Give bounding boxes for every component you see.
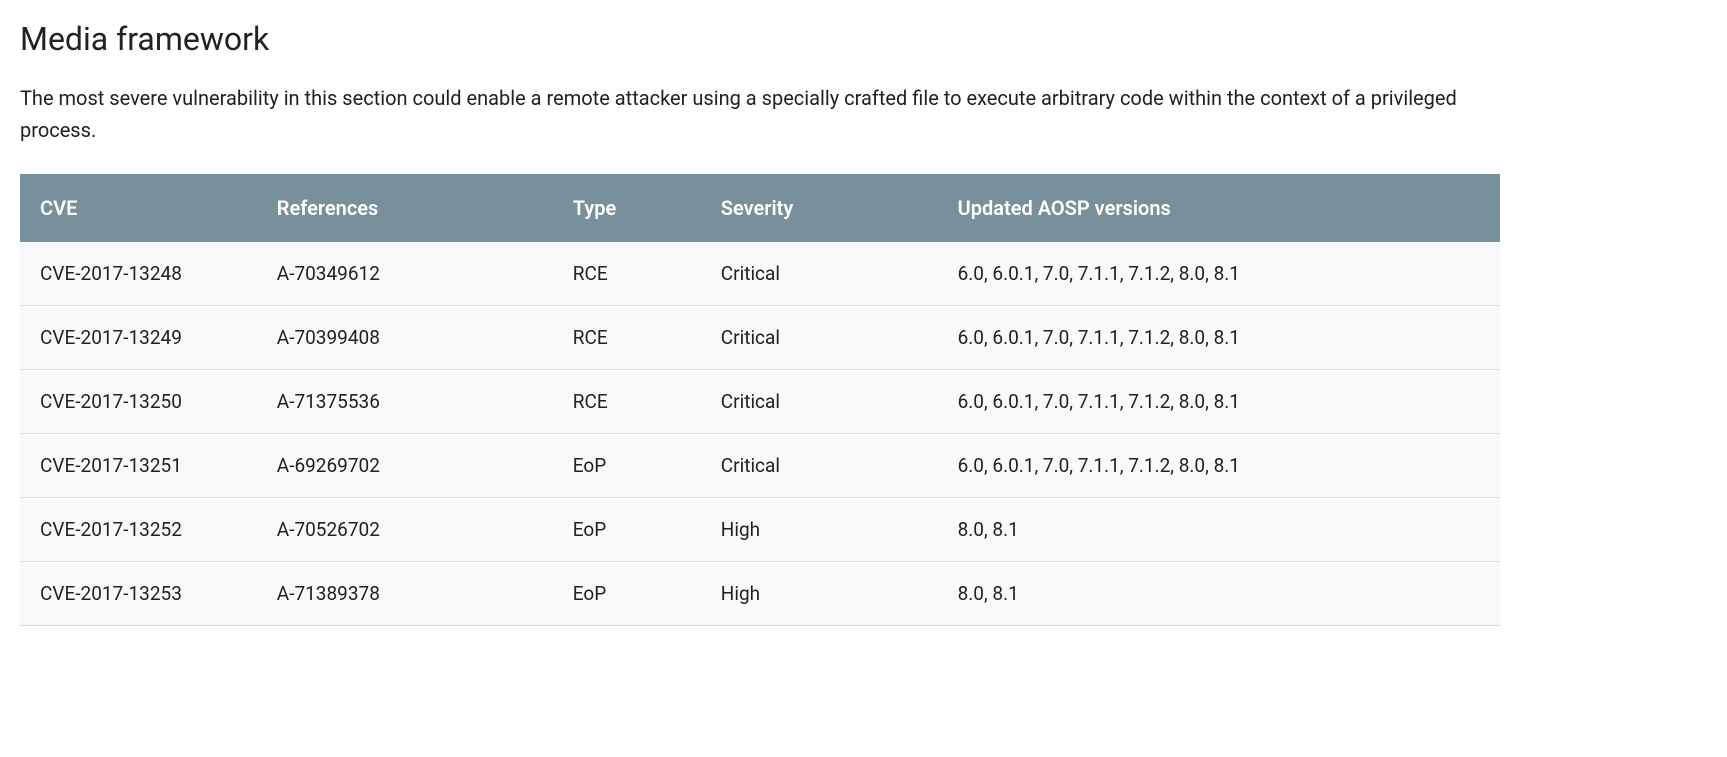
cell-severity: High xyxy=(701,498,938,562)
cell-cve: CVE-2017-13250 xyxy=(20,370,257,434)
cell-type: RCE xyxy=(553,306,701,370)
cell-type: EoP xyxy=(553,434,701,498)
section-title: Media framework xyxy=(20,20,1707,58)
cell-references: A-70399408 xyxy=(257,306,553,370)
cell-cve: CVE-2017-13252 xyxy=(20,498,257,562)
cell-versions: 8.0, 8.1 xyxy=(938,562,1500,626)
table-row: CVE-2017-13252 A-70526702 EoP High 8.0, … xyxy=(20,498,1500,562)
header-severity: Severity xyxy=(701,174,938,242)
cell-versions: 6.0, 6.0.1, 7.0, 7.1.1, 7.1.2, 8.0, 8.1 xyxy=(938,242,1500,306)
table-row: CVE-2017-13253 A-71389378 EoP High 8.0, … xyxy=(20,562,1500,626)
header-type: Type xyxy=(553,174,701,242)
header-versions: Updated AOSP versions xyxy=(938,174,1500,242)
cell-type: EoP xyxy=(553,562,701,626)
cell-references: A-71375536 xyxy=(257,370,553,434)
section-description: The most severe vulnerability in this se… xyxy=(20,82,1470,146)
cell-severity: Critical xyxy=(701,306,938,370)
cell-versions: 6.0, 6.0.1, 7.0, 7.1.1, 7.1.2, 8.0, 8.1 xyxy=(938,434,1500,498)
table-header-row: CVE References Type Severity Updated AOS… xyxy=(20,174,1500,242)
cell-references: A-70526702 xyxy=(257,498,553,562)
cell-versions: 6.0, 6.0.1, 7.0, 7.1.1, 7.1.2, 8.0, 8.1 xyxy=(938,306,1500,370)
cell-references: A-71389378 xyxy=(257,562,553,626)
cell-cve: CVE-2017-13251 xyxy=(20,434,257,498)
cell-severity: Critical xyxy=(701,370,938,434)
cell-references: A-70349612 xyxy=(257,242,553,306)
header-cve: CVE xyxy=(20,174,257,242)
vulnerability-table: CVE References Type Severity Updated AOS… xyxy=(20,174,1500,626)
cell-versions: 6.0, 6.0.1, 7.0, 7.1.1, 7.1.2, 8.0, 8.1 xyxy=(938,370,1500,434)
cell-versions: 8.0, 8.1 xyxy=(938,498,1500,562)
table-row: CVE-2017-13250 A-71375536 RCE Critical 6… xyxy=(20,370,1500,434)
cell-severity: Critical xyxy=(701,242,938,306)
cell-type: EoP xyxy=(553,498,701,562)
header-references: References xyxy=(257,174,553,242)
table-row: CVE-2017-13249 A-70399408 RCE Critical 6… xyxy=(20,306,1500,370)
table-row: CVE-2017-13248 A-70349612 RCE Critical 6… xyxy=(20,242,1500,306)
cell-cve: CVE-2017-13248 xyxy=(20,242,257,306)
cell-cve: CVE-2017-13253 xyxy=(20,562,257,626)
cell-severity: High xyxy=(701,562,938,626)
cell-cve: CVE-2017-13249 xyxy=(20,306,257,370)
table-row: CVE-2017-13251 A-69269702 EoP Critical 6… xyxy=(20,434,1500,498)
cell-type: RCE xyxy=(553,242,701,306)
cell-severity: Critical xyxy=(701,434,938,498)
cell-references: A-69269702 xyxy=(257,434,553,498)
cell-type: RCE xyxy=(553,370,701,434)
